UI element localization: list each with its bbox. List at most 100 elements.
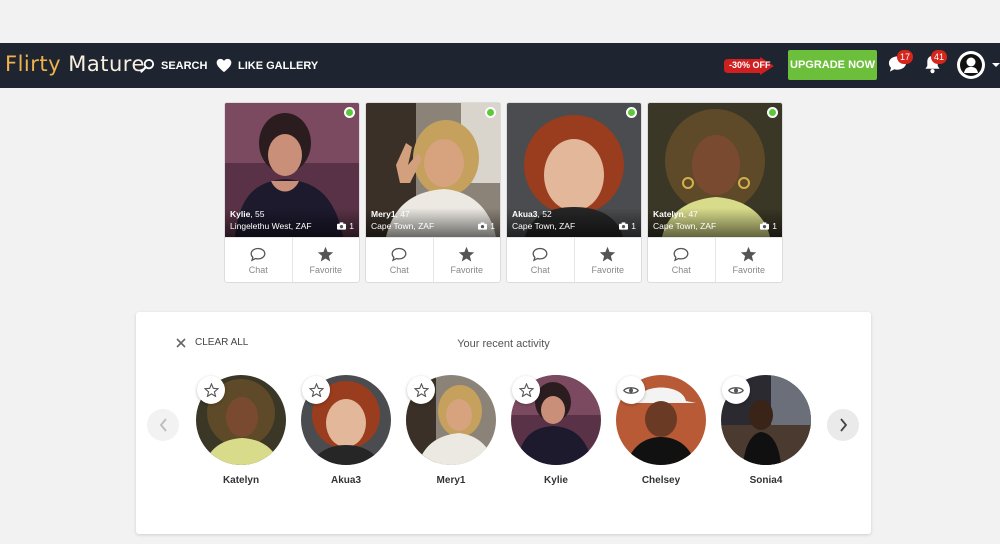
like-gallery-link[interactable]: LIKE GALLERY: [216, 58, 318, 73]
chevron-left-icon: [159, 418, 167, 432]
profile-location: Cape Town, ZAF: [512, 221, 576, 231]
photo-count: 1: [619, 221, 636, 231]
chat-button[interactable]: Chat: [225, 238, 292, 282]
photo-count: 1: [478, 221, 495, 231]
chevron-right-icon: [839, 418, 847, 432]
notifications-count-badge: 41: [931, 50, 948, 64]
chat-button[interactable]: Chat: [366, 238, 433, 282]
chat-bubble-outline-icon: [532, 247, 548, 262]
search-link[interactable]: SEARCH: [140, 58, 207, 73]
chat-bubble-outline-icon: [673, 247, 689, 262]
photo-count-value: 1: [349, 221, 354, 231]
photo-count-value: 1: [772, 221, 777, 231]
viewed-indicator[interactable]: [617, 376, 645, 404]
upgrade-now-button[interactable]: UPGRADE NOW: [788, 50, 877, 80]
favorite-toggle[interactable]: [407, 376, 435, 404]
photo-count: 1: [760, 221, 777, 231]
profile-card: Akua3, 52 Cape Town, ZAF 1 Chat Favorite: [506, 102, 642, 283]
photo-count-value: 1: [490, 221, 495, 231]
notifications-button[interactable]: 41: [924, 50, 948, 79]
messages-button[interactable]: 17: [888, 50, 914, 78]
logo-word-2: Mature: [68, 52, 145, 76]
profile-actions: Chat Favorite: [507, 237, 642, 282]
search-label: SEARCH: [161, 59, 208, 72]
online-status-dot: [485, 107, 496, 118]
favorite-label: Favorite: [450, 265, 483, 275]
star-icon: [600, 246, 616, 262]
online-status-dot: [344, 107, 355, 118]
profile-name: Akua3: [512, 209, 538, 219]
chat-bubble-outline-icon: [250, 247, 266, 262]
user-avatar[interactable]: [957, 51, 985, 79]
favorite-button[interactable]: Favorite: [714, 238, 783, 282]
user-silhouette-icon: [960, 54, 982, 76]
camera-icon: [478, 222, 488, 230]
heart-icon: [216, 58, 232, 73]
profile-name: Kylie: [230, 209, 251, 219]
profile-name: Katelyn: [653, 209, 684, 219]
eye-icon: [623, 386, 639, 394]
viewed-indicator[interactable]: [722, 376, 750, 404]
profile-age: , 47: [395, 209, 410, 219]
favorite-button[interactable]: Favorite: [573, 238, 642, 282]
chat-label: Chat: [530, 264, 550, 275]
favorite-toggle[interactable]: [302, 376, 330, 404]
star-outline-icon: [203, 383, 219, 397]
online-status-dot: [767, 107, 778, 118]
recent-profile: Chelsey: [616, 375, 706, 490]
profile-location: Lingelethu West, ZAF: [230, 221, 312, 231]
profile-photo[interactable]: Kylie, 55 Lingelethu West, ZAF 1: [225, 103, 359, 237]
like-gallery-label: LIKE GALLERY: [238, 59, 319, 72]
favorite-button[interactable]: Favorite: [432, 238, 501, 282]
chat-bubble-outline-icon: [391, 247, 407, 262]
favorite-label: Favorite: [309, 265, 342, 275]
profile-actions: Chat Favorite: [366, 237, 501, 282]
camera-icon: [337, 222, 347, 230]
profile-age: , 52: [537, 209, 552, 219]
profile-location: Cape Town, ZAF: [653, 221, 717, 231]
profile-age: , 47: [683, 209, 698, 219]
favorite-toggle[interactable]: [512, 376, 540, 404]
profile-actions: Chat Favorite: [648, 237, 783, 282]
star-icon: [459, 246, 475, 262]
profile-photo[interactable]: Mery1, 47 Cape Town, ZAF 1: [366, 103, 500, 237]
profile-photo[interactable]: Katelyn, 47 Cape Town, ZAF 1: [648, 103, 782, 237]
carousel-prev-button[interactable]: [147, 409, 179, 441]
recent-profile: Akua3: [301, 375, 391, 490]
discount-tag: -30% OFF: [724, 57, 774, 75]
carousel-next-button[interactable]: [827, 409, 859, 441]
recent-profile: Katelyn: [196, 375, 286, 490]
profile-age: , 55: [250, 209, 265, 219]
recent-profile-name[interactable]: Sonia4: [701, 475, 831, 486]
top-navbar: Flirty Mature SEARCH LIKE GALLERY -30% O…: [0, 43, 1000, 88]
messages-count-badge: 17: [897, 50, 914, 64]
logo-word-1: Flirty: [5, 52, 62, 76]
profile-card: Katelyn, 47 Cape Town, ZAF 1 Chat Favori…: [647, 102, 783, 283]
chat-button[interactable]: Chat: [648, 238, 715, 282]
favorite-label: Favorite: [732, 265, 765, 275]
star-outline-icon: [518, 383, 534, 397]
eye-icon: [728, 386, 744, 394]
account-menu-caret[interactable]: [992, 63, 1000, 67]
recent-profile: Sonia4: [721, 375, 811, 490]
profile-card: Kylie, 55 Lingelethu West, ZAF 1 Chat Fa…: [224, 102, 360, 283]
profile-photo[interactable]: Akua3, 52 Cape Town, ZAF 1: [507, 103, 641, 237]
photo-count-value: 1: [631, 221, 636, 231]
profile-location: Cape Town, ZAF: [371, 221, 435, 231]
favorite-toggle[interactable]: [197, 376, 225, 404]
recent-activity-panel: CLEAR ALL Your recent activity Katelyn A…: [136, 312, 871, 534]
recent-profile: Kylie: [511, 375, 601, 490]
camera-icon: [760, 222, 770, 230]
online-status-dot: [626, 107, 637, 118]
favorite-label: Favorite: [591, 265, 624, 275]
star-icon: [318, 246, 334, 262]
chat-button[interactable]: Chat: [507, 238, 574, 282]
favorite-button[interactable]: Favorite: [291, 238, 360, 282]
chat-label: Chat: [248, 264, 268, 275]
site-logo[interactable]: Flirty Mature: [5, 52, 145, 76]
discount-label: -30% OFF: [729, 60, 771, 70]
recent-profile: Mery1: [406, 375, 496, 490]
profile-name: Mery1: [371, 209, 396, 219]
photo-count: 1: [337, 221, 354, 231]
profile-actions: Chat Favorite: [225, 237, 360, 282]
